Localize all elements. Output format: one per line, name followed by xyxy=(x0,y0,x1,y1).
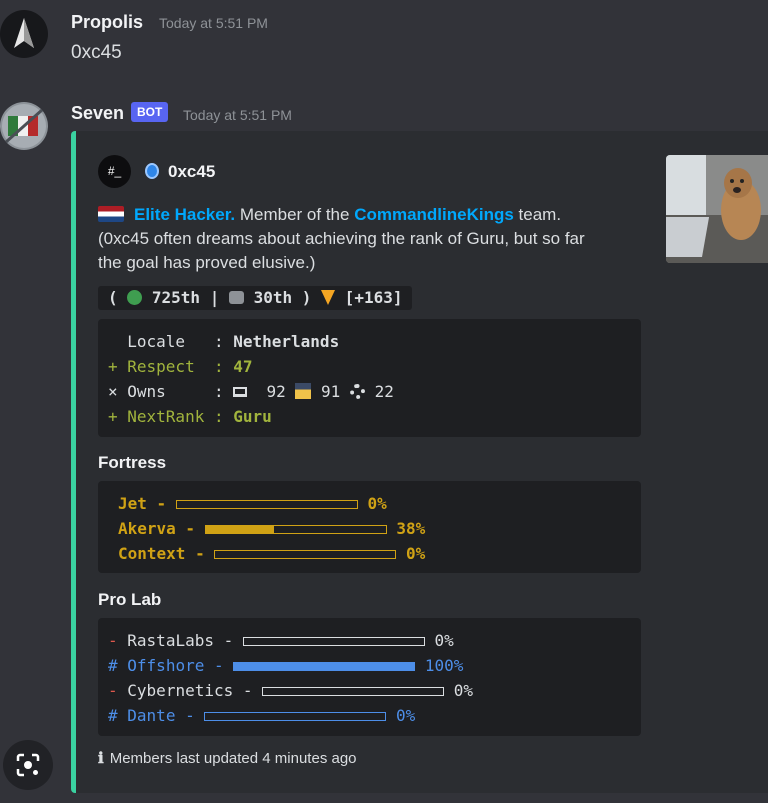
globe-icon xyxy=(127,290,143,305)
graduate-icon xyxy=(295,383,312,399)
owns-label: Owns xyxy=(127,382,166,401)
fortress-row: Akerva - 38% xyxy=(118,519,426,538)
owns-root: 91 xyxy=(321,382,341,401)
prolab-name: RastaLabs xyxy=(127,631,214,650)
dream-text: (0xc45 often dreams about achieving the … xyxy=(98,229,585,272)
progress-bar xyxy=(214,550,397,559)
progress-bar xyxy=(233,662,416,671)
progress-percent: 0% xyxy=(434,631,454,650)
progress-bar xyxy=(175,500,358,509)
member-text: Member of the xyxy=(235,205,355,224)
owns-challenges: 22 xyxy=(374,382,394,401)
progress-percent: 0% xyxy=(396,706,416,725)
progress-fill xyxy=(205,526,275,533)
prolab-name: Cybernetics xyxy=(127,681,234,700)
ranking-stats: ( 725th | 30th ) [+163] xyxy=(98,286,413,310)
profile-codeblock: Locale : Netherlands + Respect : 47 × Ow… xyxy=(98,319,641,437)
prolab-row: - RastaLabs - 0% xyxy=(108,631,454,650)
prolab-row: # Offshore - 100% xyxy=(108,656,464,675)
progress-percent: 100% xyxy=(424,656,464,675)
prolab-marker: - xyxy=(108,681,118,700)
gear-icon xyxy=(349,384,365,399)
locale-value: Netherlands xyxy=(233,332,340,351)
netherlands-flag-icon xyxy=(98,206,124,222)
arrow-logo-icon xyxy=(14,18,34,48)
username[interactable]: Seven xyxy=(71,103,124,124)
progress-bar xyxy=(262,687,445,696)
message-content: 0xc45 xyxy=(71,42,122,63)
prolab-codeblock: - RastaLabs - 0% # Offshore - 100% - Cyber… xyxy=(98,618,641,736)
prolab-row: - Cybernetics - 0% xyxy=(108,681,474,700)
owns-user: 92 xyxy=(266,382,286,401)
progress-bar xyxy=(204,525,387,534)
prolab-name: Dante xyxy=(127,706,176,725)
pizza-icon xyxy=(321,290,336,305)
member-text-end: team. xyxy=(513,205,562,224)
stats-open: ( xyxy=(108,288,128,307)
info-icon: ℹ xyxy=(98,750,104,767)
embed-description: Elite Hacker. Member of the CommandlineK… xyxy=(98,203,598,275)
country-rank: 30th xyxy=(243,288,293,307)
fortress-row: Jet - 0% xyxy=(118,494,387,513)
author-icon: #_ xyxy=(98,155,131,188)
embed-footer: ℹ Members last updated 4 minutes ago xyxy=(98,749,357,767)
team-link[interactable]: CommandlineKings xyxy=(354,205,514,224)
stats-separator: | xyxy=(200,288,229,307)
embed-author-name[interactable]: 0xc45 xyxy=(168,162,215,182)
nextrank-label: NextRank xyxy=(127,407,205,426)
progress-percent: 0% xyxy=(453,681,474,700)
username[interactable]: Propolis xyxy=(71,12,143,33)
fortress-row: Context - 0% xyxy=(118,544,426,563)
timestamp: Today at 5:51 PM xyxy=(183,107,292,123)
laptop-icon xyxy=(233,387,248,397)
respect-label: Respect xyxy=(127,357,195,376)
footer-text: Members last updated 4 minutes ago xyxy=(109,750,357,767)
avatar-propolis[interactable] xyxy=(0,10,48,58)
global-rank: 725th xyxy=(142,288,201,307)
bot-badge: BOT xyxy=(131,102,169,122)
embed-thumbnail[interactable] xyxy=(666,155,768,263)
fortress-codeblock: Jet - 0% Akerva - 38% Context - 0% xyxy=(98,481,641,573)
lens-icon xyxy=(16,753,40,777)
timestamp: Today at 5:51 PM xyxy=(159,15,268,31)
prolab-marker: - xyxy=(108,631,118,650)
fortress-name: Jet xyxy=(118,494,147,513)
fortress-title: Fortress xyxy=(98,453,167,472)
rank-label: Elite Hacker. xyxy=(134,205,236,224)
progress-bar xyxy=(242,637,425,646)
avatar-seven[interactable] xyxy=(0,102,48,150)
people-icon xyxy=(228,291,244,304)
prolab-marker: # xyxy=(108,656,118,675)
progress-bar xyxy=(204,712,387,721)
progress-fill xyxy=(234,663,415,670)
progress-percent: 38% xyxy=(396,519,426,538)
prolab-title: Pro Lab xyxy=(98,590,162,609)
dog-at-laptop-image xyxy=(666,155,768,263)
prolab-marker: # xyxy=(108,706,118,725)
bot-avatar-icon xyxy=(2,104,46,148)
stats-close: ) xyxy=(292,288,322,307)
fortress-name: Akerva xyxy=(118,519,176,538)
google-lens-button[interactable] xyxy=(3,740,53,790)
fortress-name: Context xyxy=(118,544,186,563)
respect-value: 47 xyxy=(233,357,253,376)
progress-percent: 0% xyxy=(405,544,426,563)
rank-delta: [+163] xyxy=(335,288,403,307)
locale-label: Locale xyxy=(127,332,186,351)
prolab-row: # Dante - 0% xyxy=(108,706,416,725)
progress-percent: 0% xyxy=(367,494,387,513)
embed-card: #_ 0xc45 Elite Hacker. Member of the Com… xyxy=(71,131,768,793)
prolab-name: Offshore xyxy=(127,656,205,675)
nextrank-value: Guru xyxy=(233,407,272,426)
rank-badge-icon xyxy=(145,163,159,179)
